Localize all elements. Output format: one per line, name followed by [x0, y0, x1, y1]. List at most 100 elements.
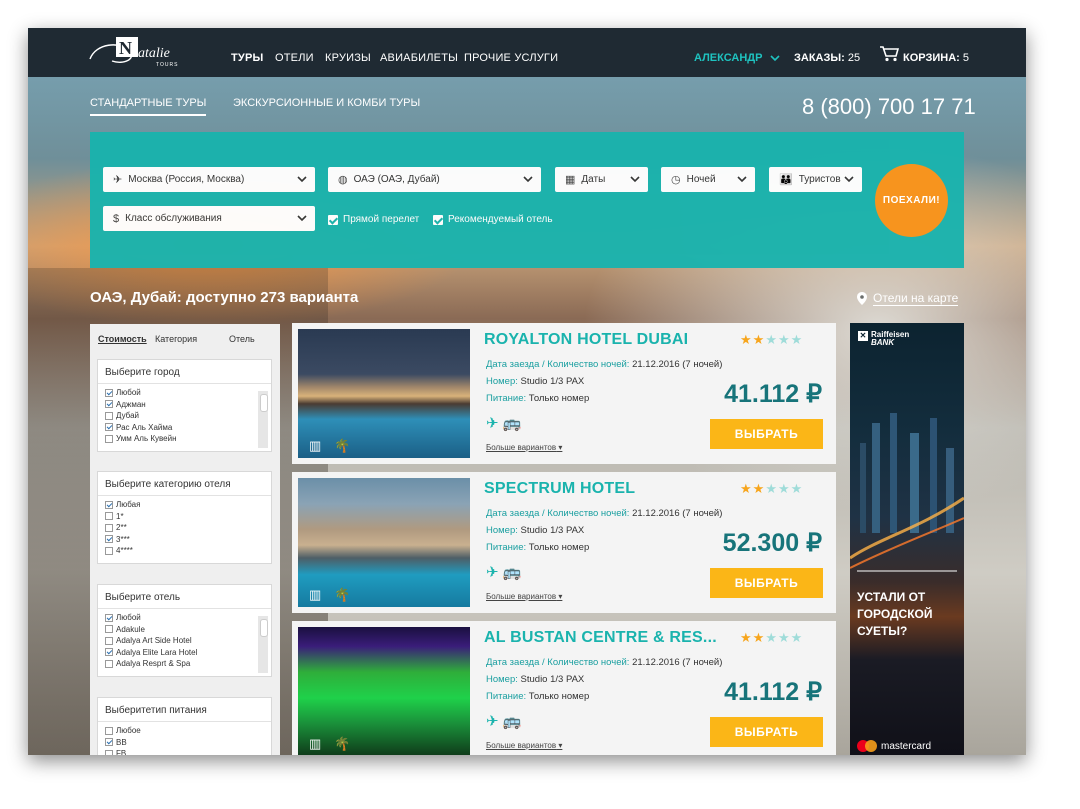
destination-value: ОАЭ (ОАЭ, Дубай) — [353, 174, 440, 185]
filter-option[interactable]: 1* — [105, 511, 271, 523]
hotel-name[interactable]: AL BUSTAN CENTRE & RES... — [484, 629, 717, 647]
filter-option-label: Дубай — [116, 411, 139, 421]
tab-excursion-tours[interactable]: ЭКСКУРСИОННЫЕ И КОМБИ ТУРЫ — [233, 97, 420, 109]
filter-meal-title: Выберитетип питания — [98, 698, 271, 722]
filter-option[interactable]: Adakule — [105, 624, 271, 636]
filter-option-label: BB — [116, 737, 127, 747]
hotel-card: ▥ 🌴 SPECTRUM HOTEL ★★★★★ Дата заезда / К… — [292, 472, 836, 613]
hotel-card: ▥ 🌴 AL BUSTAN CENTRE & RES... ★★★★★ Дата… — [292, 621, 836, 755]
hotel-stars: ★★★★★ — [740, 332, 804, 347]
filter-option-label: Любой — [116, 613, 141, 623]
filter-option[interactable]: Аджман — [105, 399, 271, 411]
filter-option-label: Умм Аль Кувейн — [116, 434, 177, 444]
scrollbar[interactable] — [258, 391, 268, 448]
orders-link[interactable]: ЗАКАЗЫ: 25 — [794, 52, 860, 64]
filter-option[interactable]: 2** — [105, 522, 271, 534]
filter-option[interactable]: BB — [105, 737, 271, 749]
more-options-link[interactable]: Больше вариантов ▾ — [486, 741, 562, 750]
filter-hotel-list: Любой Adakule Adalya Art Side Hotel Adal… — [98, 609, 271, 670]
hotel-name[interactable]: SPECTRUM HOTEL — [484, 480, 635, 498]
filter-option[interactable]: Любой — [105, 612, 271, 624]
filter-option-label: Adakule — [116, 624, 145, 634]
checkin-info: Дата заезда / Количество ночей: 21.12.20… — [486, 359, 722, 370]
hotels-on-map-link[interactable]: Отели на карте — [857, 291, 959, 306]
filter-option[interactable]: Умм Аль Кувейн — [105, 433, 271, 445]
choose-button[interactable]: ВЫБРАТЬ — [710, 717, 823, 747]
filter-hotel: Выберите отель Любой Adakule Adalya Art … — [97, 584, 272, 677]
choose-button[interactable]: ВЫБРАТЬ — [710, 568, 823, 598]
cart-icon[interactable] — [879, 45, 899, 62]
more-options-link[interactable]: Больше вариантов ▾ — [486, 443, 562, 452]
destination-select[interactable]: ◍ ОАЭ (ОАЭ, Дубай) — [328, 167, 541, 192]
filter-option[interactable]: Adalya Art Side Hotel — [105, 635, 271, 647]
checkbox-icon — [105, 636, 113, 645]
filter-option[interactable]: 4**** — [105, 545, 271, 557]
filter-option-label: 3*** — [116, 534, 130, 544]
user-menu[interactable]: АЛЕКСАНДР — [694, 52, 780, 64]
filter-city-title: Выберите город — [98, 360, 271, 384]
meal-info: Питание: Только номер — [486, 542, 589, 553]
hotel-photo[interactable]: ▥ 🌴 — [298, 478, 470, 607]
filter-option[interactable]: Любая — [105, 499, 271, 511]
checkbox-checked-icon — [105, 500, 113, 509]
chevron-down-icon — [769, 55, 780, 62]
hotel-photo[interactable]: ▥ 🌴 — [298, 627, 470, 755]
map-link-label: Отели на карте — [873, 291, 959, 306]
transport-icons: ✈ 🚌 — [486, 712, 521, 730]
transport-icons: ✈ 🚌 — [486, 414, 521, 432]
filter-option[interactable]: Adalya Elite Lara Hotel — [105, 647, 271, 659]
cart-label: КОРЗИНА: — [903, 52, 960, 64]
service-class-select[interactable]: $ Класс обслуживания — [103, 206, 315, 231]
nav-flights[interactable]: АВИАБИЛЕТЫ — [380, 52, 458, 64]
hotel-price: 41.112 ₽ — [724, 380, 822, 408]
sort-by-price[interactable]: Стоимость — [98, 334, 147, 344]
hotel-name[interactable]: ROYALTON HOTEL DUBAI — [484, 331, 688, 349]
tab-standard-tours[interactable]: СТАНДАРТНЫЕ ТУРЫ — [90, 97, 207, 116]
filter-option[interactable]: Любое — [105, 725, 271, 737]
recommended-hotel-checkbox[interactable]: Рекомендуемый отель — [433, 214, 553, 225]
dollar-icon: $ — [113, 212, 120, 225]
filter-option-label: Рас Аль Хайма — [116, 422, 173, 432]
nav-cruises[interactable]: КРУИЗЫ — [325, 52, 371, 64]
sort-by-hotel[interactable]: Отель — [229, 334, 255, 344]
checkbox-checked-icon — [328, 214, 338, 225]
departure-select[interactable]: ✈ Москва (Россия, Москва) — [103, 167, 315, 192]
nav-tours[interactable]: ТУРЫ — [231, 52, 263, 64]
checkin-value: 21.12.2016 (7 ночей) — [632, 508, 723, 519]
chevron-down-icon — [523, 176, 533, 183]
filter-option[interactable]: FB — [105, 748, 271, 755]
filter-hotel-title: Выберите отель — [98, 585, 271, 609]
scrollbar[interactable] — [258, 616, 268, 673]
natalie-tours-logo[interactable]: N atalie TOURS — [86, 35, 190, 71]
filter-meal-list: Любое BB FB — [98, 722, 271, 755]
ad-banner[interactable]: ✕ Raiffeisen BANK УСТАЛИ ОТ ГОРОДСКОЙ СУЕТ… — [850, 323, 964, 755]
orders-label: ЗАКАЗЫ: — [794, 52, 845, 64]
phone-number: 8 (800) 700 17 71 — [802, 94, 976, 119]
room-label: Номер: — [486, 525, 518, 536]
filter-option[interactable]: Рас Аль Хайма — [105, 422, 271, 434]
map-pin-icon — [857, 292, 867, 305]
filter-option[interactable]: Любой — [105, 387, 271, 399]
filter-option[interactable]: Adalya Resprt & Spa — [105, 658, 271, 670]
chevron-down-icon — [630, 176, 640, 183]
direct-flight-label: Прямой перелет — [343, 214, 420, 225]
sort-by-category[interactable]: Категория — [155, 334, 197, 344]
choose-button[interactable]: ВЫБРАТЬ — [710, 419, 823, 449]
nav-hotels[interactable]: ОТЕЛИ — [275, 52, 314, 64]
more-options-link[interactable]: Больше вариантов ▾ — [486, 592, 562, 601]
filter-option[interactable]: Дубай — [105, 410, 271, 422]
filter-option-label: FB — [116, 749, 127, 755]
nav-other-services[interactable]: ПРОЧИЕ УСЛУГИ — [464, 52, 558, 64]
filter-option[interactable]: 3*** — [105, 534, 271, 546]
direct-flight-checkbox[interactable]: Прямой перелет — [328, 214, 419, 225]
dates-select[interactable]: ▦ Даты — [555, 167, 648, 192]
checkbox-icon — [105, 434, 113, 443]
filter-city: Выберите город Любой Аджман Дубай Рас Ал… — [97, 359, 272, 452]
palm-icon: 🌴 — [334, 587, 351, 602]
nights-select[interactable]: ◷ Ночей — [661, 167, 755, 192]
user-name: АЛЕКСАНДР — [694, 52, 763, 64]
cart-link[interactable]: КОРЗИНА: 5 — [903, 52, 969, 64]
search-go-button[interactable]: ПОЕХАЛИ! — [875, 164, 948, 237]
hotel-photo[interactable]: ▥ 🌴 — [298, 329, 470, 458]
tourists-select[interactable]: 👪 Туристов — [769, 167, 862, 192]
